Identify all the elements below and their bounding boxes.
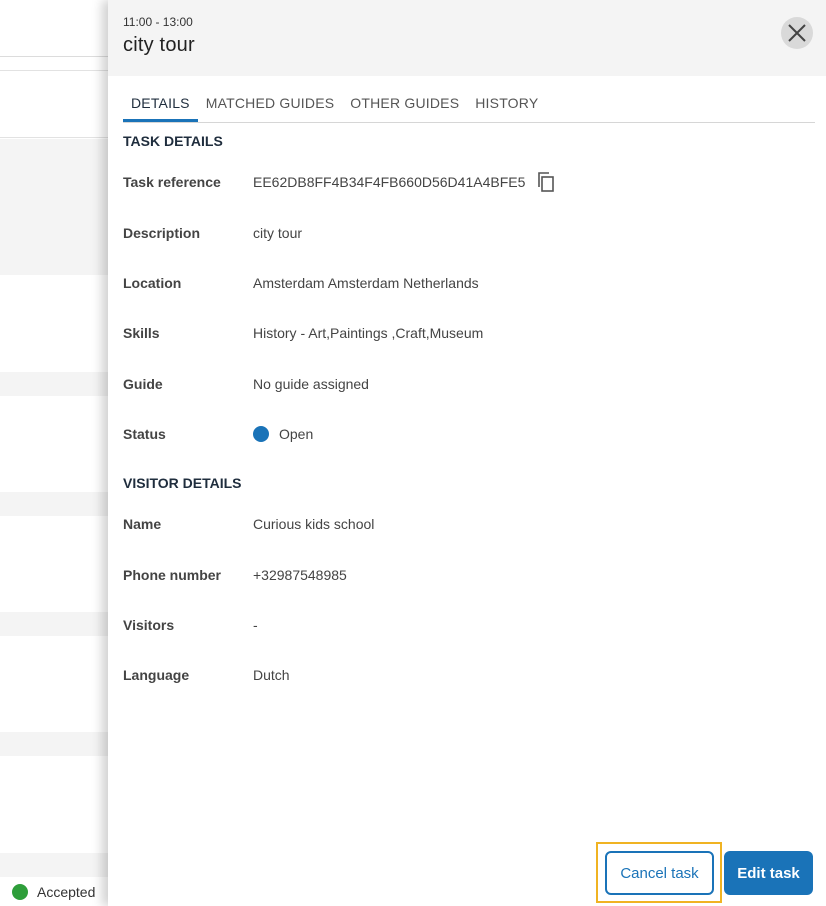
tab-matched-guides[interactable]: MATCHED GUIDES (198, 90, 343, 122)
task-reference-value: EE62DB8FF4B34F4FB660D56D41A4BFE5 (253, 174, 526, 190)
detail-label: Visitors (123, 617, 175, 633)
detail-row-description: Description city tour (123, 223, 813, 243)
detail-label: Guide (123, 376, 163, 392)
detail-value: History - Art,Paintings ,Craft,Museum (253, 325, 484, 341)
tab-other-guides[interactable]: OTHER GUIDES (342, 90, 467, 122)
status-text: Open (279, 426, 314, 442)
edit-task-button[interactable]: Edit task (724, 851, 813, 895)
detail-label: Language (123, 667, 190, 683)
detail-value: Curious kids school (253, 516, 375, 532)
detail-row-phone: Phone number +32987548985 (123, 565, 813, 585)
detail-value: No guide assigned (253, 376, 369, 392)
close-icon (788, 24, 806, 42)
detail-row-visitors: Visitors - (123, 615, 813, 635)
detail-row-language: Language Dutch (123, 665, 813, 685)
status-dot-icon (12, 884, 28, 900)
detail-value: - (253, 617, 258, 633)
task-details-heading: TASK DETAILS (123, 133, 223, 149)
visitor-details-heading: VISITOR DETAILS (123, 475, 242, 491)
detail-value: +32987548985 (253, 567, 347, 583)
detail-label: Description (123, 225, 201, 241)
status-badge: Accepted (12, 884, 95, 900)
detail-label: Name (123, 516, 162, 532)
page-title: city tour (123, 34, 195, 56)
tab-details[interactable]: DETAILS (123, 90, 198, 122)
status-label: Accepted (37, 884, 96, 900)
detail-value: Amsterdam Amsterdam Netherlands (253, 275, 479, 291)
detail-row-skills: Skills History - Art,Paintings ,Craft,Mu… (123, 323, 813, 343)
cancel-task-button[interactable]: Cancel task (605, 851, 714, 895)
tab-bar: DETAILS MATCHED GUIDES OTHER GUIDES HIST… (123, 90, 815, 123)
detail-label: Phone number (123, 567, 222, 583)
status-value: Open (253, 426, 313, 442)
detail-label: Skills (123, 325, 160, 341)
detail-row-location: Location Amsterdam Amsterdam Netherlands (123, 273, 813, 293)
detail-value: city tour (253, 225, 303, 241)
detail-value-wrapper: EE62DB8FF4B34F4FB660D56D41A4BFE5 (253, 172, 555, 192)
detail-label: Task reference (123, 174, 221, 190)
detail-row-status: Status Open (123, 424, 813, 444)
detail-label: Location (123, 275, 182, 291)
task-time: 11:00 - 13:00 (123, 15, 193, 29)
detail-row-name: Name Curious kids school (123, 514, 813, 534)
detail-value: Dutch (253, 667, 290, 683)
panel-header: 11:00 - 13:00 city tour (108, 0, 826, 76)
close-button[interactable] (781, 17, 813, 49)
task-detail-panel: 11:00 - 13:00 city tour DETAILS MATCHED … (108, 0, 826, 906)
detail-row-guide: Guide No guide assigned (123, 374, 813, 394)
detail-row-task-reference: Task reference EE62DB8FF4B34F4FB660D56D4… (123, 172, 813, 192)
tab-history[interactable]: HISTORY (467, 90, 546, 122)
copy-icon[interactable] (537, 172, 555, 192)
detail-label: Status (123, 426, 166, 442)
status-dot-icon (253, 426, 269, 442)
